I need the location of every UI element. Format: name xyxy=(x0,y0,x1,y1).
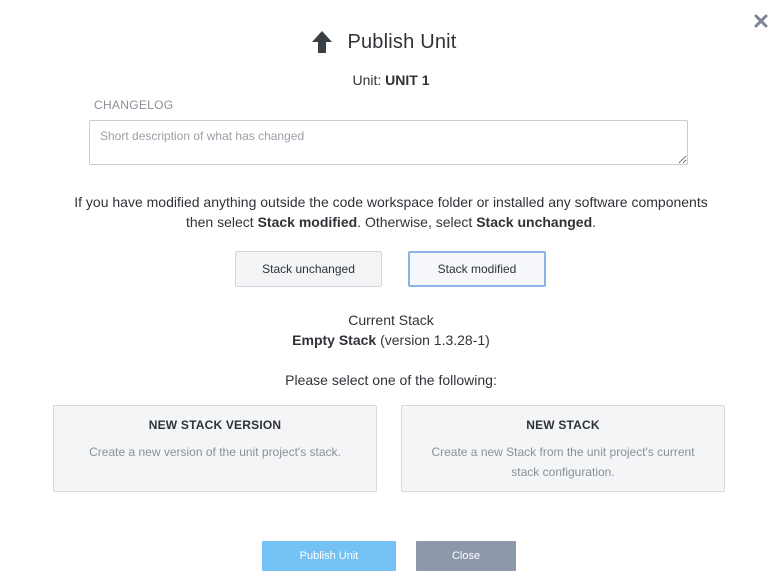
publish-unit-dialog: Publish Unit Unit: UNIT 1 CHANGELOG If y… xyxy=(0,0,782,587)
close-icon[interactable] xyxy=(754,14,768,28)
arrow-up-icon xyxy=(311,30,333,54)
instructions-text: then select xyxy=(185,214,258,230)
stack-modified-button[interactable]: Stack modified xyxy=(408,251,546,287)
new-stack-card[interactable]: NEW STACK Create a new Stack from the un… xyxy=(401,405,725,492)
unit-name: UNIT 1 xyxy=(385,72,430,88)
changelog-input[interactable] xyxy=(89,120,688,165)
instructions-line1: If you have modified anything outside th… xyxy=(74,194,708,210)
instructions-bold-modified: Stack modified xyxy=(257,214,358,230)
unit-label: Unit: xyxy=(352,72,382,88)
instructions-bold-unchanged: Stack unchanged xyxy=(476,214,593,230)
new-stack-version-card[interactable]: NEW STACK VERSION Create a new version o… xyxy=(53,405,377,492)
card-title: NEW STACK xyxy=(526,418,600,432)
card-description: Create a new Stack from the unit project… xyxy=(431,445,695,479)
publish-unit-button[interactable]: Publish Unit xyxy=(262,541,396,571)
close-button[interactable]: Close xyxy=(416,541,516,571)
current-stack-value: Empty Stack (version 1.3.28-1) xyxy=(0,332,782,348)
card-title: NEW STACK VERSION xyxy=(148,418,282,432)
unit-info: Unit: UNIT 1 xyxy=(0,72,782,88)
changelog-label: CHANGELOG xyxy=(94,98,174,112)
instructions-text: . Otherwise, select xyxy=(357,214,477,230)
options-prompt: Please select one of the following: xyxy=(285,372,497,388)
dialog-header: Publish Unit xyxy=(0,30,782,54)
stack-instructions: If you have modified anything outside th… xyxy=(40,192,742,232)
instructions-text: . xyxy=(592,214,597,230)
stack-unchanged-button[interactable]: Stack unchanged xyxy=(235,251,382,287)
current-stack-label: Current Stack xyxy=(348,312,434,328)
card-description: Create a new version of the unit project… xyxy=(89,445,341,459)
current-stack-version: (version 1.3.28-1) xyxy=(380,332,490,348)
current-stack-name: Empty Stack xyxy=(292,332,377,348)
dialog-title: Publish Unit xyxy=(347,30,457,53)
